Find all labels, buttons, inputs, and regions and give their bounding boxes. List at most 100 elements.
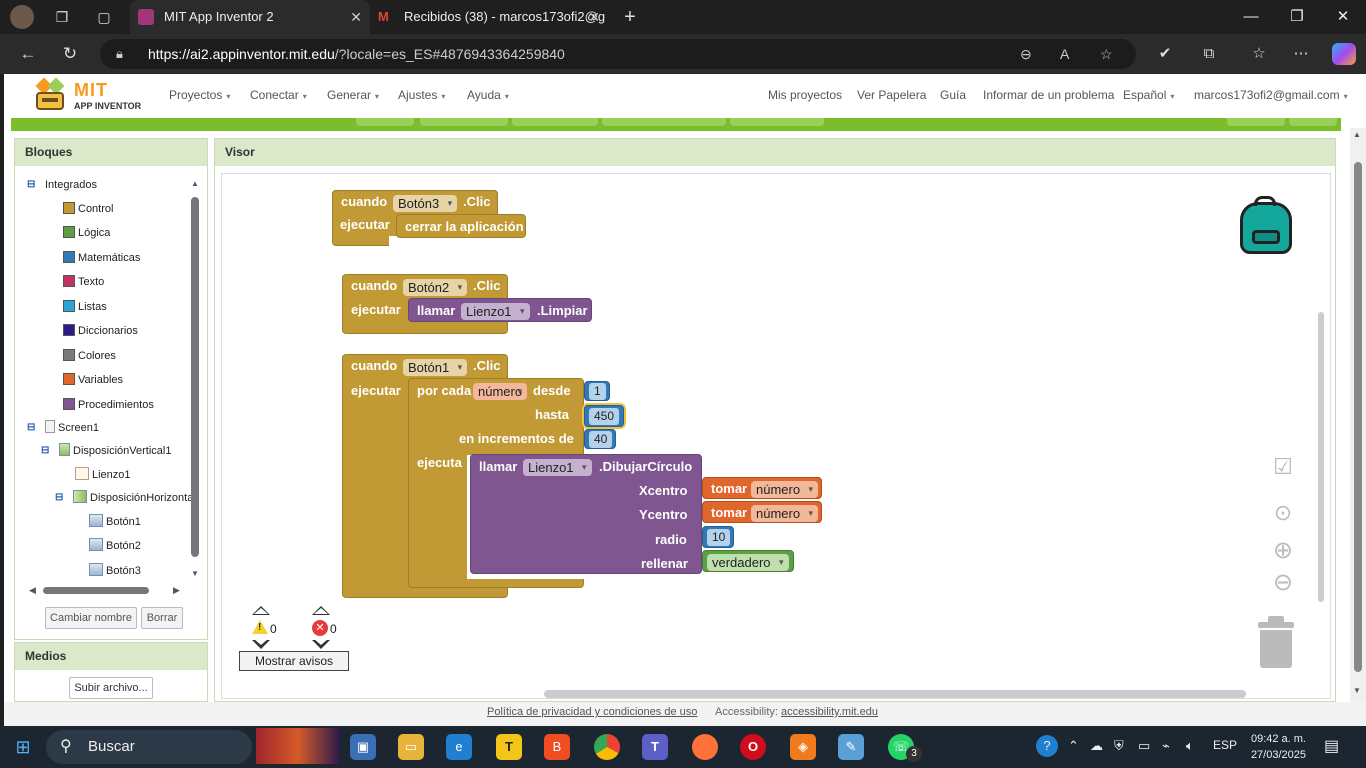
toolbar-button[interactable] bbox=[602, 118, 726, 126]
network-icon[interactable]: ⌁ bbox=[1162, 738, 1170, 754]
prev-warning-icon[interactable] bbox=[252, 606, 270, 615]
close-window-icon[interactable]: ✕ bbox=[1320, 0, 1366, 34]
back-icon[interactable]: ← bbox=[16, 43, 40, 65]
menu-build[interactable]: Generar ▾ bbox=[327, 88, 379, 102]
designer-button[interactable] bbox=[1227, 118, 1285, 126]
blocks-button[interactable] bbox=[1289, 118, 1337, 126]
category-logic[interactable]: Lógica bbox=[63, 223, 110, 243]
zoom-in-icon[interactable]: ⊕ bbox=[1270, 538, 1296, 564]
prev-error-icon[interactable] bbox=[312, 606, 330, 615]
number-block-radius[interactable]: 10 bbox=[702, 526, 734, 548]
toolbar-button[interactable] bbox=[356, 118, 414, 126]
file-explorer-icon[interactable]: ▭ bbox=[398, 734, 424, 760]
mit-logo[interactable]: MIT APP INVENTOR bbox=[30, 77, 150, 114]
canvas-dropdown[interactable]: Lienzo1 bbox=[523, 459, 592, 476]
blocks-tree-horizontal-scrollbar[interactable]: ◀ ▶ bbox=[29, 585, 189, 597]
onedrive-icon[interactable]: ☁ bbox=[1090, 738, 1103, 754]
taskbar-photos-icon[interactable]: ◈ bbox=[790, 734, 816, 760]
category-colors[interactable]: Colores bbox=[63, 346, 116, 366]
builtin-blocks-node[interactable]: Integrados bbox=[45, 175, 97, 195]
screen1-node[interactable]: Screen1 bbox=[45, 418, 99, 438]
account-menu[interactable]: marcos173ofi2@gmail.com ▾ bbox=[1194, 88, 1348, 102]
canvas-dropdown[interactable]: Lienzo1 bbox=[461, 303, 530, 320]
close-application-block[interactable]: cerrar la aplicación bbox=[396, 214, 526, 238]
variable-dropdown[interactable]: número bbox=[751, 481, 819, 498]
canvas-node[interactable]: Lienzo1 bbox=[75, 465, 131, 485]
component-dropdown[interactable]: Botón2 bbox=[403, 279, 468, 296]
language-indicator[interactable]: ESP bbox=[1213, 738, 1237, 752]
edge-icon[interactable]: e bbox=[446, 734, 472, 760]
toolbar-button[interactable] bbox=[512, 118, 598, 126]
button2-node[interactable]: Botón2 bbox=[89, 536, 141, 556]
collapse-icon[interactable]: ⊟ bbox=[27, 179, 35, 190]
toolbar-button[interactable] bbox=[730, 118, 824, 126]
category-variables[interactable]: Variables bbox=[63, 370, 123, 390]
vertical-arrangement-node[interactable]: DisposiciónVertical1 bbox=[59, 441, 171, 461]
category-control[interactable]: Control bbox=[63, 199, 113, 219]
delete-button[interactable]: Borrar bbox=[141, 607, 183, 629]
component-dropdown[interactable]: Botón3 bbox=[393, 195, 458, 212]
category-procedures[interactable]: Procedimientos bbox=[63, 395, 154, 415]
accessibility-link[interactable]: accessibility.mit.edu bbox=[781, 702, 878, 722]
component-dropdown[interactable]: Botón1 bbox=[403, 359, 468, 376]
trash-link[interactable]: Ver Papelera bbox=[857, 88, 926, 102]
extensions-icon[interactable]: ⧉ bbox=[1198, 43, 1220, 65]
collapse-icon[interactable]: ⊟ bbox=[55, 492, 63, 503]
blocks-workspace[interactable]: cuando Botón3 .Clic ejecutar cerrar la a… bbox=[221, 173, 1331, 699]
menu-settings[interactable]: Ajustes ▾ bbox=[398, 88, 445, 102]
trash-icon[interactable] bbox=[1256, 616, 1296, 670]
privacy-policy-link[interactable]: Política de privacidad y condiciones de … bbox=[487, 702, 697, 722]
get-variable-block-y[interactable]: tomar número bbox=[702, 501, 822, 523]
favorites-icon[interactable]: ☆ bbox=[1248, 43, 1270, 65]
scrollbar-thumb[interactable] bbox=[43, 587, 149, 594]
show-warnings-button[interactable]: Mostrar avisos bbox=[239, 651, 349, 671]
loop-variable-name[interactable]: número bbox=[473, 383, 528, 400]
tab-app-inventor[interactable]: MIT App Inventor 2 ✕ bbox=[130, 0, 370, 34]
number-block-from[interactable]: 1 bbox=[584, 381, 610, 401]
variable-dropdown[interactable]: número bbox=[751, 505, 819, 522]
teams-icon[interactable]: T bbox=[642, 734, 668, 760]
clock[interactable]: 09:42 a. m. 27/03/2025 bbox=[1250, 731, 1306, 763]
firefox-icon[interactable] bbox=[692, 734, 718, 760]
menu-projects[interactable]: Proyectos ▾ bbox=[169, 88, 230, 102]
scrollbar-thumb[interactable] bbox=[1354, 162, 1362, 672]
cleanup-icon[interactable]: ☑ bbox=[1270, 454, 1296, 480]
horizontal-arrangement-node[interactable]: DisposiciónHorizontal1 bbox=[73, 488, 193, 508]
rename-button[interactable]: Cambiar nombre bbox=[45, 607, 137, 629]
browser-essentials-icon[interactable]: ✔ bbox=[1154, 43, 1176, 65]
restore-icon[interactable]: ❐ bbox=[1274, 0, 1320, 34]
button1-node[interactable]: Botón1 bbox=[89, 512, 141, 532]
collapse-icon[interactable]: ⊟ bbox=[41, 445, 49, 456]
read-aloud-icon[interactable]: A bbox=[1060, 39, 1069, 69]
toolbar-button[interactable] bbox=[420, 118, 508, 126]
windows-start-icon[interactable]: ⊞ bbox=[10, 734, 36, 760]
copilot-icon[interactable] bbox=[1332, 43, 1356, 65]
upload-file-button[interactable]: Subir archivo... bbox=[69, 677, 153, 699]
taskbar-app-icon[interactable]: T bbox=[496, 734, 522, 760]
workspaces-icon[interactable]: ❐ bbox=[52, 7, 72, 27]
category-lists[interactable]: Listas bbox=[63, 297, 107, 317]
workspace-horizontal-scrollbar[interactable] bbox=[544, 690, 1246, 698]
category-dictionaries[interactable]: Diccionarios bbox=[63, 321, 138, 341]
volume-icon[interactable]: 🔈︎ bbox=[1186, 738, 1194, 754]
backpack-icon[interactable] bbox=[1236, 196, 1294, 256]
taskbar-search-input[interactable]: ⚲ Buscar bbox=[46, 728, 340, 764]
category-math[interactable]: Matemáticas bbox=[63, 248, 140, 268]
next-warning-icon[interactable] bbox=[252, 639, 270, 649]
zoom-out-icon[interactable]: ⊖ bbox=[1270, 570, 1296, 596]
next-error-icon[interactable] bbox=[312, 639, 330, 649]
reload-icon[interactable]: ↻ bbox=[58, 43, 82, 65]
center-icon[interactable]: ⊙ bbox=[1270, 500, 1296, 526]
taskbar-remote-desktop-icon[interactable]: ▣ bbox=[350, 734, 376, 760]
zoom-icon[interactable]: ⊖ bbox=[1020, 39, 1032, 69]
opera-icon[interactable]: O bbox=[740, 734, 766, 760]
url-input[interactable]: 🔒︎ https://ai2.appinventor.mit.edu/?loca… bbox=[100, 39, 1136, 69]
call-canvas-draw-circle-block[interactable]: llamar Lienzo1 .DibujarCírculo Xcentro Y… bbox=[470, 454, 702, 574]
category-text[interactable]: Texto bbox=[63, 272, 104, 292]
blocks-tree-vertical-scrollbar[interactable]: ▲ ▼ bbox=[189, 177, 201, 581]
close-tab-icon[interactable]: ✕ bbox=[350, 0, 362, 34]
minimize-icon[interactable]: — bbox=[1228, 0, 1274, 34]
favorite-star-icon[interactable]: ☆ bbox=[1100, 39, 1113, 69]
my-projects-link[interactable]: Mis proyectos bbox=[768, 88, 842, 102]
menu-help[interactable]: Ayuda ▾ bbox=[467, 88, 509, 102]
